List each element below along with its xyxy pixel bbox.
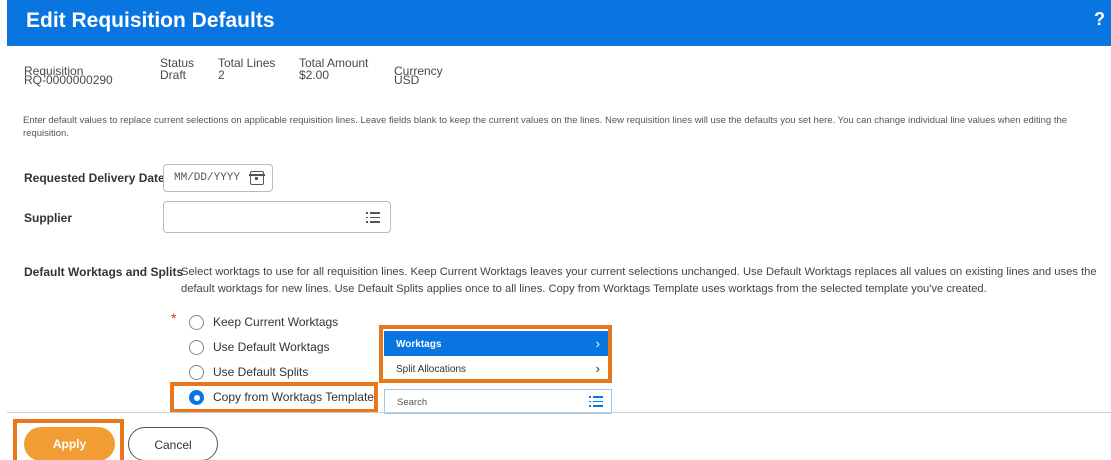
apply-button[interactable]: Apply	[24, 427, 115, 460]
total-amount-value: $2.00	[299, 68, 330, 82]
worktags-description: Select worktags to use for all requisiti…	[181, 266, 1097, 295]
delivery-date-input[interactable]: MM/DD/YYYY	[163, 164, 273, 192]
option-label: Keep Current Worktags	[213, 315, 339, 329]
worktags-label: Default Worktags and Splits	[24, 265, 184, 279]
delivery-date-label: Requested Delivery Date	[24, 171, 165, 185]
calendar-icon[interactable]	[249, 171, 265, 185]
total-lines-value: 2	[218, 68, 225, 82]
currency-value: USD	[394, 73, 420, 87]
list-prompt-icon[interactable]	[589, 396, 603, 407]
page-header: Edit Requisition Defaults ?	[7, 0, 1111, 46]
option-label: Use Default Splits	[213, 365, 309, 379]
radio-button[interactable]	[189, 340, 204, 355]
total-lines-label: Total Lines	[218, 56, 276, 70]
supplier-input[interactable]	[163, 201, 391, 233]
page-title: Edit Requisition Defaults	[26, 9, 275, 32]
help-icon[interactable]: ?	[1094, 9, 1105, 30]
dropdown-search-input[interactable]: Search	[384, 389, 612, 414]
cancel-button[interactable]: Cancel	[128, 427, 218, 460]
radio-button[interactable]	[189, 365, 204, 380]
option-label: Use Default Worktags	[213, 340, 330, 354]
required-indicator: *	[171, 310, 177, 326]
list-prompt-icon[interactable]	[366, 212, 380, 223]
radio-button[interactable]	[189, 315, 204, 330]
highlight-worktags-dropdown	[379, 325, 612, 383]
instructions-text: Enter default values to replace current …	[23, 115, 1068, 139]
requisition-value: RQ-0000000290	[24, 73, 113, 87]
dropdown-search-placeholder: Search	[397, 397, 428, 408]
delivery-date-placeholder: MM/DD/YYYY	[174, 172, 241, 184]
highlight-copy-template-option	[170, 382, 378, 413]
supplier-label: Supplier	[24, 211, 73, 225]
left-edge	[0, 0, 7, 460]
footer-divider	[7, 412, 1111, 413]
status-value: Draft	[160, 68, 187, 82]
